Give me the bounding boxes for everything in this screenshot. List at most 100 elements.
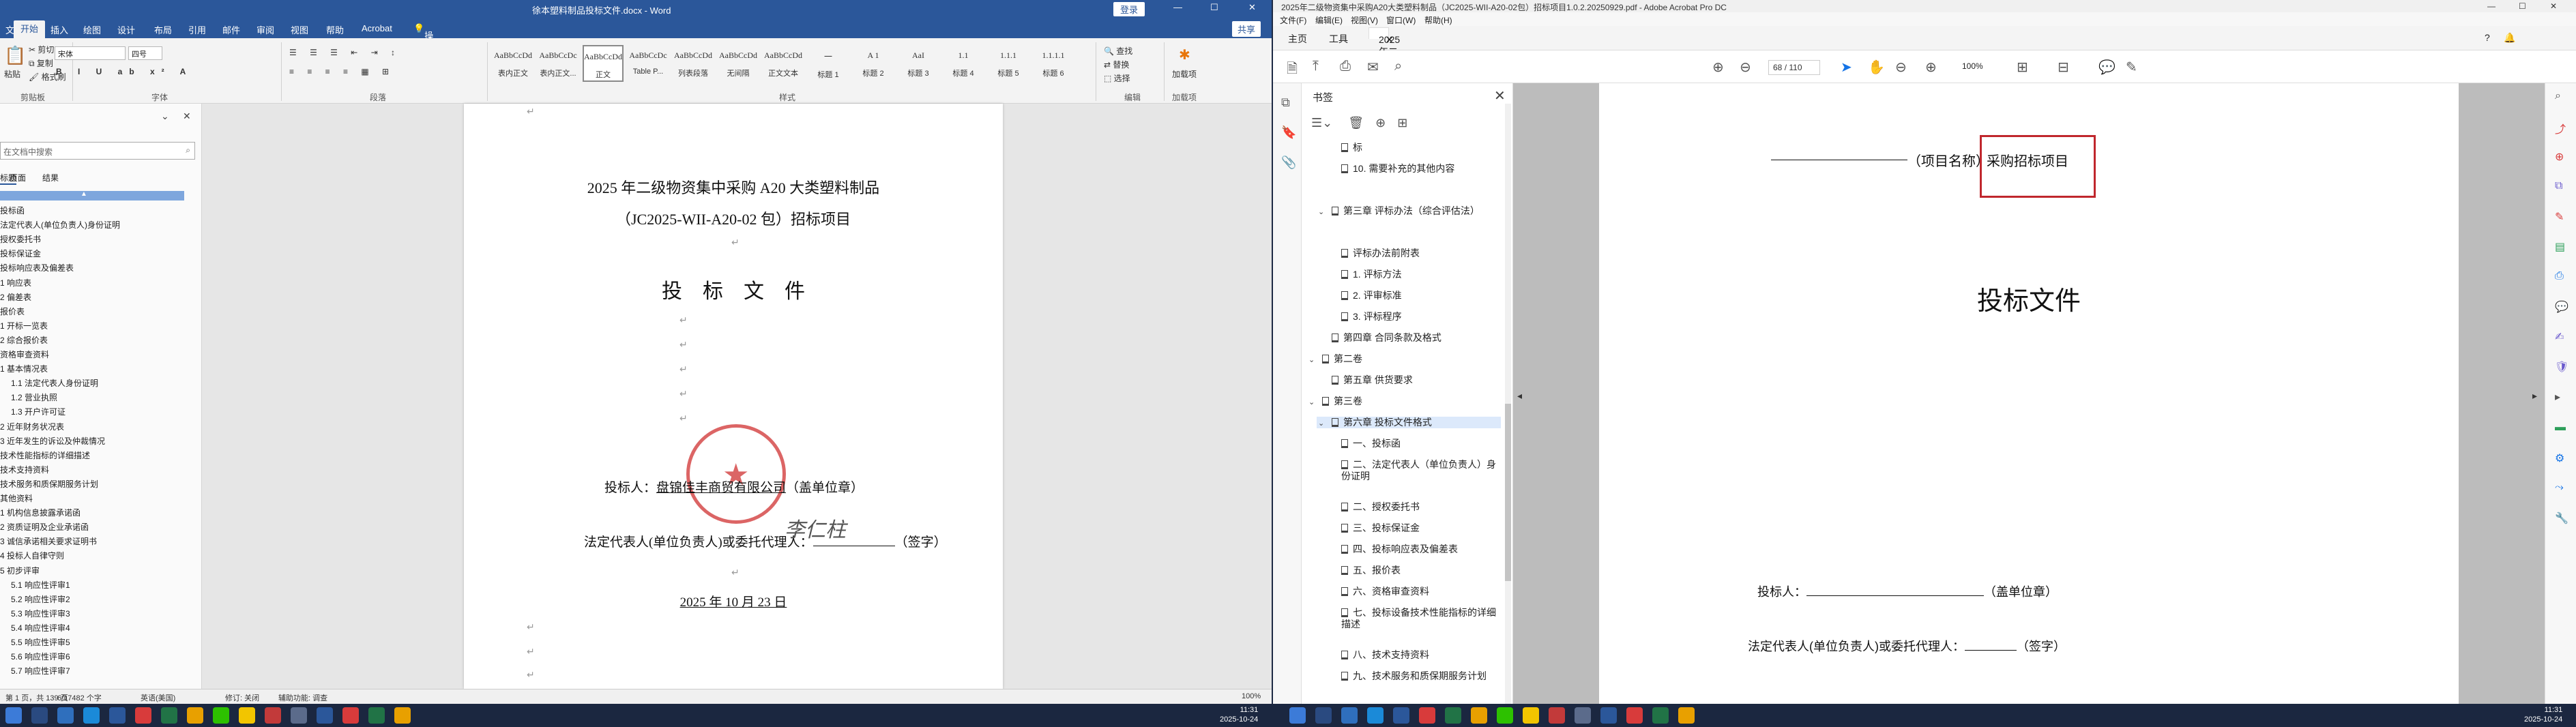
bookmark-item[interactable]: 标 [1326, 142, 1501, 153]
tab-design[interactable]: 设计 [117, 23, 135, 36]
copy-button[interactable]: ⧉ 复制 [29, 57, 53, 69]
word-share-button[interactable]: 共享 [1232, 21, 1261, 37]
bookmark-item[interactable]: 第五章 供货要求 [1317, 374, 1501, 386]
search-tool-icon[interactable]: ⌕ [2555, 90, 2561, 102]
hand-tool-icon[interactable]: ✋ [1868, 59, 1885, 76]
comment-icon[interactable]: 💬 [2098, 59, 2116, 76]
nav-heading-item[interactable]: 5.1 响应性评审1 [11, 579, 209, 591]
bookmark-item[interactable]: 三、投标保证金 [1326, 522, 1501, 534]
nav-close-icon[interactable]: ✕ [183, 110, 191, 122]
style-item[interactable]: 一标题 1 [808, 45, 849, 82]
organize-icon[interactable]: ▤ [2555, 240, 2565, 254]
tab-acrobat[interactable]: Acrobat [362, 23, 392, 33]
pdf-page[interactable]: （项目名称） 采购招标项目 投标文件 投标人： （盖单位章） 法定代表人(单位负责… [1599, 83, 2459, 704]
app-taskbar-icon[interactable] [265, 707, 281, 724]
nav-heading-item[interactable]: 5.5 响应性评审5 [11, 636, 209, 648]
status-words[interactable]: 6/17482 个字 [57, 692, 102, 703]
bookmark-item[interactable]: 八、技术支持资料 [1326, 649, 1501, 661]
excel-taskbar-icon[interactable] [161, 707, 177, 724]
style-item[interactable]: AaBbCcDd 正文文本 [763, 45, 804, 82]
nav-heading-item[interactable]: 5 初步评审 [0, 565, 198, 576]
minimize-icon[interactable]: — [2487, 1, 2496, 11]
bell-icon[interactable]: 🔔 [2504, 32, 2515, 44]
style-item[interactable]: A 1 标题 2 [853, 45, 894, 82]
bookmark-item[interactable]: 二、法定代表人（单位负责人）身份证明 [1326, 459, 1501, 482]
nav-tab-results[interactable]: 结果 [42, 172, 59, 183]
style-item[interactable]: 1.1.1 标题 5 [988, 45, 1029, 82]
tab-layout[interactable]: 布局 [154, 23, 172, 36]
pages-icon[interactable]: ⧉ [1281, 95, 1290, 110]
status-accessibility[interactable]: 辅助功能: 调查 [278, 692, 327, 703]
nav-heading-item[interactable]: 3 近年发生的诉讼及仲裁情况 [0, 435, 198, 447]
app-taskbar-icon[interactable] [1575, 707, 1591, 724]
nav-heading-item[interactable]: 5.3 响应性评审3 [11, 608, 209, 619]
taskbar-clock-left[interactable]: 11:31 2025-10-24 [1220, 705, 1258, 724]
status-track-changes[interactable]: 修订: 关闭 [225, 692, 259, 703]
font-name-select[interactable]: 宋体 [55, 46, 126, 60]
page-number-input[interactable]: 68 / 110 [1768, 60, 1820, 75]
bookmark-item[interactable]: 四、投标响应表及偏差表 [1326, 544, 1501, 555]
folder-taskbar-icon[interactable] [1471, 707, 1487, 724]
cut-button[interactable]: ✂ 剪切 [29, 44, 54, 55]
bookmark-item[interactable]: 五、报价表 [1326, 565, 1501, 576]
start-icon[interactable] [1289, 707, 1306, 724]
app-taskbar-icon[interactable] [1549, 707, 1565, 724]
app-taskbar-icon[interactable] [1600, 707, 1617, 724]
folder-taskbar-icon[interactable] [187, 707, 203, 724]
nav-heading-item[interactable]: 5.2 响应性评审2 [11, 593, 209, 605]
style-item[interactable]: AaBbCcDc 表内正文... [538, 45, 579, 82]
addin-icon[interactable]: ✱ [1179, 46, 1190, 63]
upload-icon[interactable]: ⤒ [1313, 59, 1319, 74]
replace-button[interactable]: ⇄ 替换 [1104, 59, 1129, 70]
nav-heading-item[interactable]: 其他资料 [0, 492, 198, 504]
nav-options-icon[interactable]: ⌄ [161, 110, 169, 122]
nav-heading-item[interactable]: 1.3 开户许可证 [11, 406, 209, 417]
app-taskbar-icon[interactable] [394, 707, 411, 724]
protect-icon[interactable]: 🛡 [2555, 360, 2568, 374]
nav-heading-item[interactable]: 资格审查资料 [0, 348, 198, 360]
bookmark-item[interactable]: ⌄ 第二卷 [1307, 353, 1501, 365]
tab-document[interactable]: 2025年二级物资集... ✕ [1368, 27, 1400, 98]
nav-heading-item[interactable]: 1.1 法定代表人身份证明 [11, 377, 209, 389]
redact-icon[interactable]: ▬ [2555, 421, 2566, 434]
nav-heading-item[interactable]: 5.6 响应性评审6 [11, 651, 209, 662]
menu-file[interactable]: 文件(F) [1280, 14, 1306, 26]
document-page[interactable]: ↵ 2025 年二级物资集中采购 A20 大类塑料制品 （JC2025-WII-… [464, 104, 1003, 689]
status-language[interactable]: 英语(美国) [141, 692, 175, 703]
nav-heading-item[interactable]: 1.2 营业执照 [11, 391, 209, 403]
combine-icon[interactable]: ⧉ [2555, 180, 2562, 192]
wechat-taskbar-icon[interactable] [213, 707, 229, 724]
word-taskbar-icon[interactable] [1393, 707, 1409, 724]
search-icon[interactable] [31, 707, 48, 724]
nav-heading-item[interactable]: 2 综合报价表 [0, 334, 198, 346]
nav-heading-item[interactable]: 1 响应表 [0, 277, 198, 288]
nav-heading-item[interactable]: 5.4 响应性评审4 [11, 622, 209, 634]
maximize-icon[interactable]: ☐ [1210, 2, 1218, 13]
tools-wrench-icon[interactable]: 🔧 [2555, 511, 2568, 525]
help-icon[interactable]: ? [2485, 32, 2490, 43]
style-item[interactable]: AaBbCcDd 表内正文 [493, 45, 533, 82]
next-page-icon[interactable]: ⊖ [1740, 59, 1751, 76]
scan-icon[interactable]: ⎙ [2555, 270, 2564, 282]
fit-page-icon[interactable]: ⊞ [2017, 59, 2028, 76]
find-button[interactable]: 🔍 查找 [1104, 45, 1132, 57]
menu-help[interactable]: 帮助(H) [1424, 14, 1452, 26]
taskbar-clock-right[interactable]: 11:31 2025-10-24 [2524, 705, 2562, 724]
acrobat-taskbar-icon[interactable] [1419, 707, 1435, 724]
zoom-out-icon[interactable]: ⊖ [1895, 59, 1907, 76]
select-button[interactable]: ⬚ 选择 [1104, 72, 1130, 84]
qq-taskbar-icon[interactable] [1523, 707, 1539, 724]
wechat-taskbar-icon[interactable] [1497, 707, 1513, 724]
bookmark-item[interactable]: 评标办法前附表 [1326, 248, 1501, 259]
nav-heading-item[interactable]: 1 基本情况表 [0, 363, 198, 374]
prev-page-icon[interactable]: ⊕ [1712, 59, 1724, 76]
chevron-down-icon[interactable]: ⌄ [1308, 355, 1315, 366]
tab-help[interactable]: 帮助 [326, 23, 344, 36]
tab-home[interactable]: 开始 [14, 20, 46, 38]
nav-heading-item[interactable]: 投标保证金 [0, 248, 198, 259]
bookmark-item[interactable]: 九、技术服务和质保期服务计划 [1326, 670, 1501, 682]
chevron-down-icon[interactable]: ⌄ [1318, 418, 1324, 430]
nav-heading-item[interactable]: 投标函 [0, 205, 198, 216]
collapse-left-icon[interactable]: ◂ [1517, 390, 1522, 402]
nav-heading-item[interactable]: 技术性能指标的详细描述 [0, 449, 198, 461]
